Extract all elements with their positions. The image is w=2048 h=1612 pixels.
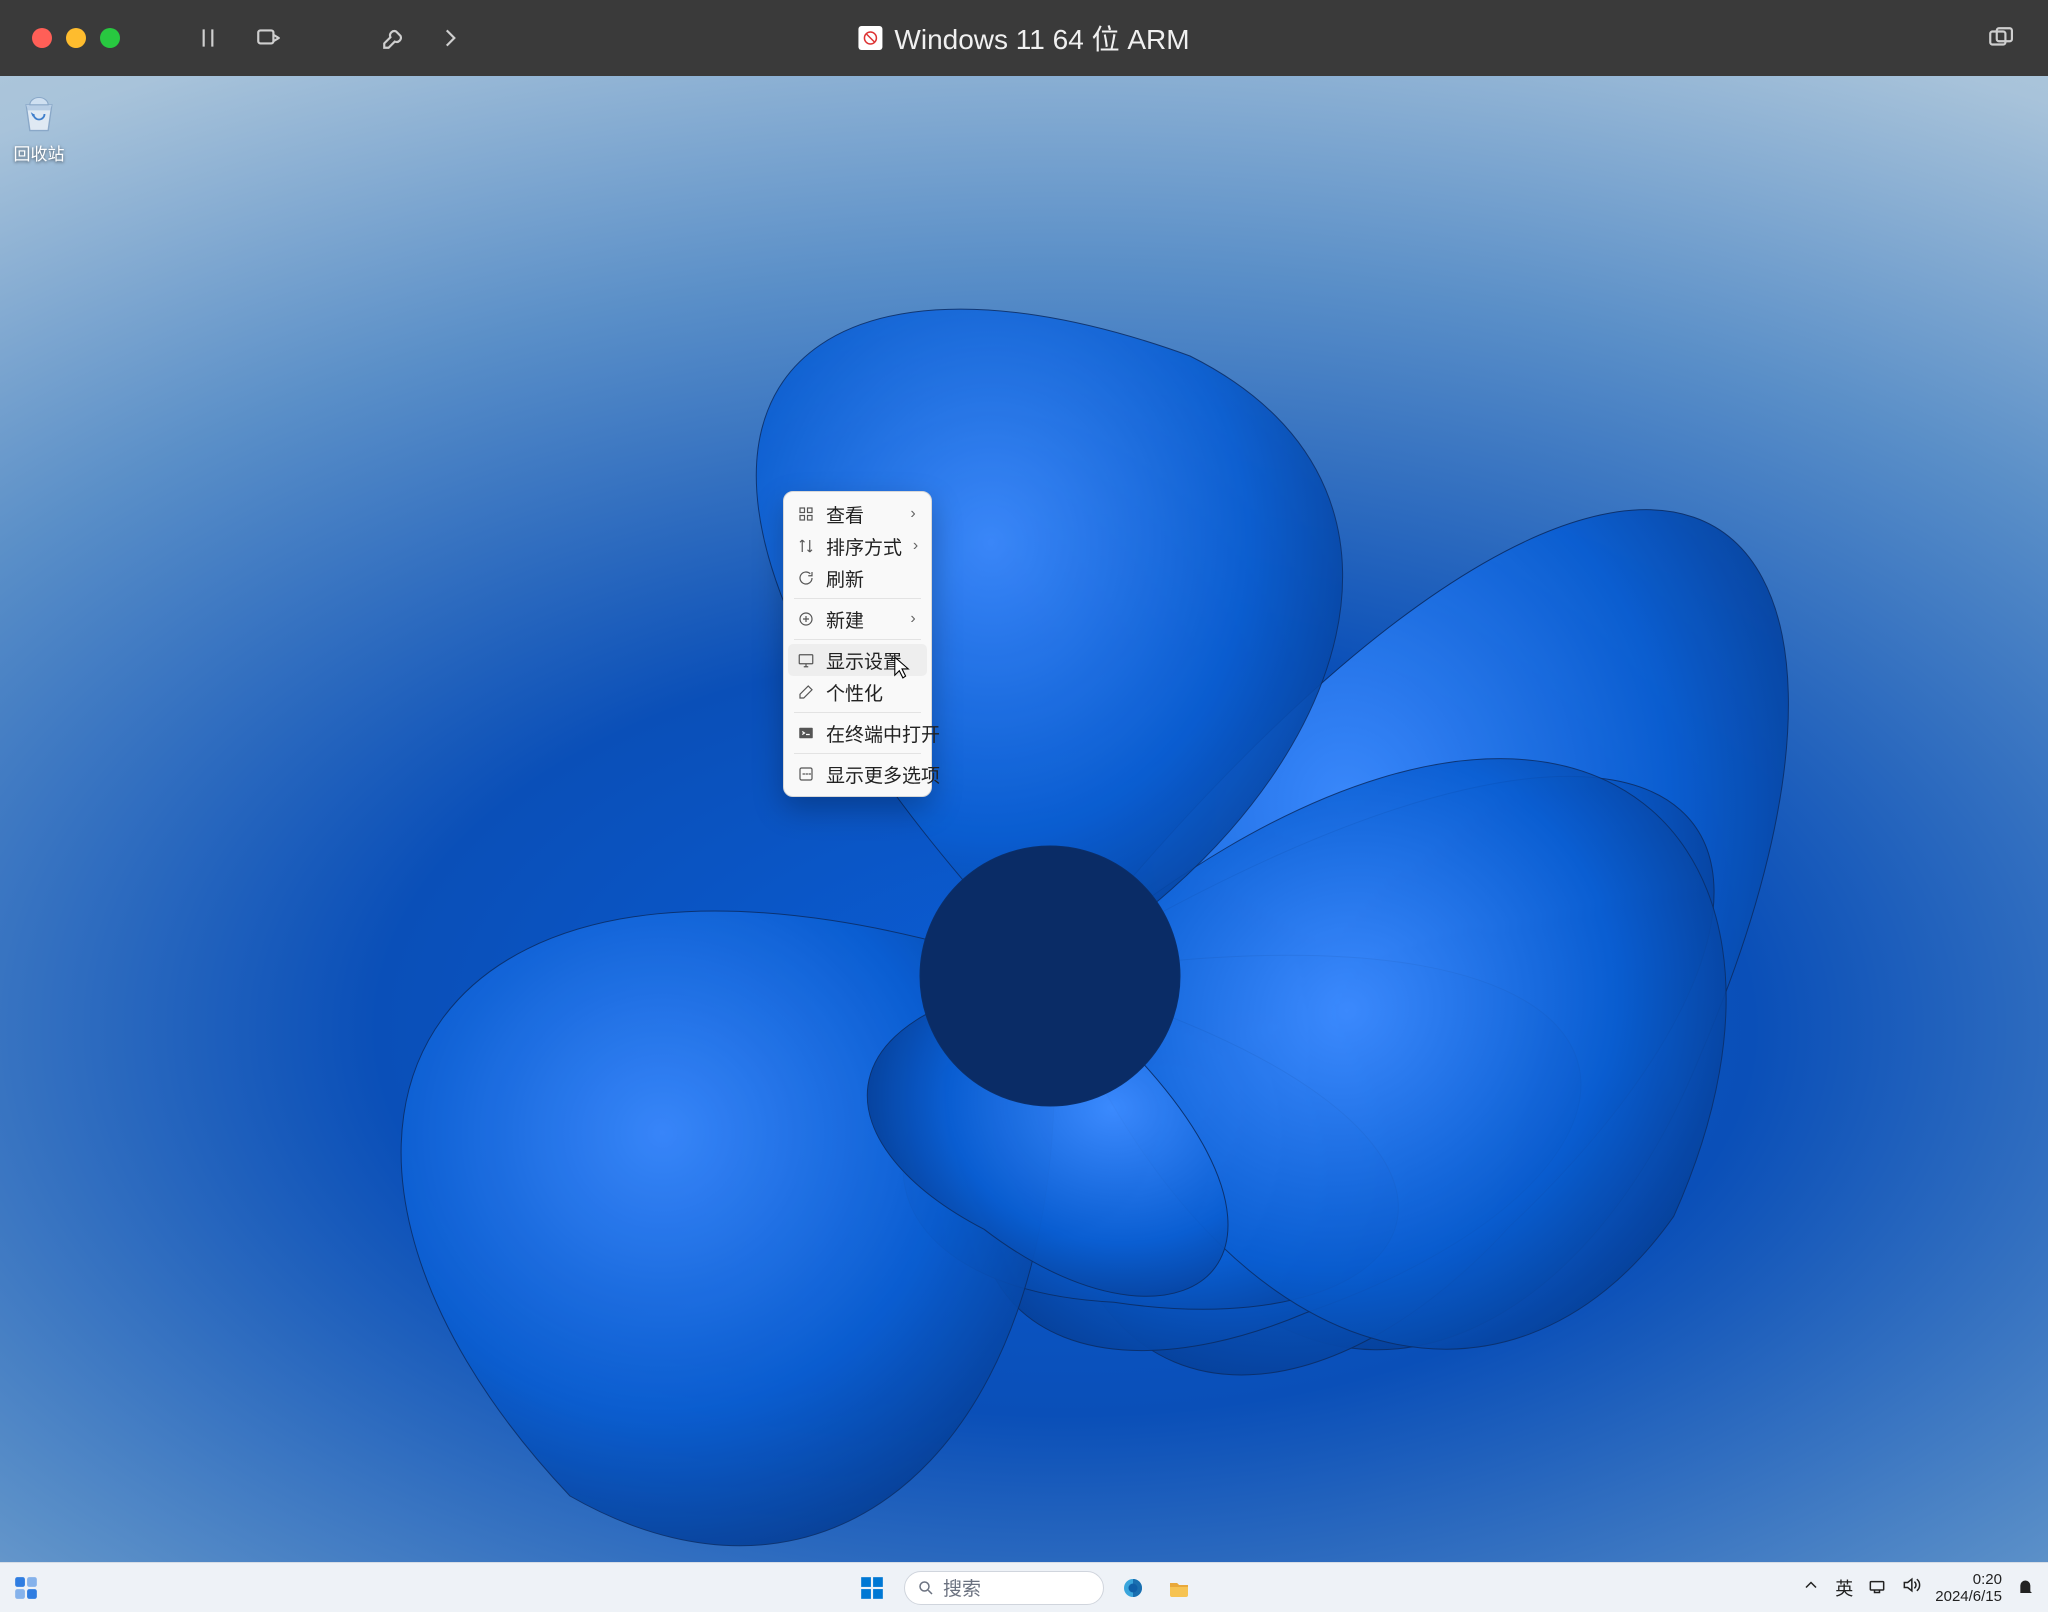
plus-icon bbox=[796, 609, 816, 629]
context-menu-separator bbox=[794, 712, 921, 713]
system-tray: 英 0:20 2024/6/15 bbox=[1801, 1571, 2048, 1605]
network-icon[interactable] bbox=[1867, 1575, 1887, 1600]
context-menu-item[interactable]: 刷新 bbox=[788, 562, 927, 594]
traffic-lights bbox=[32, 28, 120, 48]
context-menu-separator bbox=[794, 753, 921, 754]
context-menu-item[interactable]: 显示更多选项 bbox=[788, 758, 927, 790]
taskbar-search-placeholder: 搜索 bbox=[943, 1574, 981, 1601]
taskbar-pin-edge[interactable] bbox=[1116, 1571, 1150, 1605]
context-menu-item[interactable]: 查看 › bbox=[788, 498, 927, 530]
refresh-icon bbox=[796, 568, 816, 588]
context-menu-item-label: 新建 bbox=[826, 606, 897, 633]
tools-button[interactable] bbox=[376, 20, 412, 56]
desktop-context-menu: 查看›排序方式›刷新新建›显示设置个性化在终端中打开显示更多选项 bbox=[783, 491, 932, 797]
volume-icon[interactable] bbox=[1901, 1575, 1921, 1600]
fullscreen-window-button[interactable] bbox=[100, 28, 120, 48]
chevron-right-icon: › bbox=[907, 610, 919, 628]
vm-titlebar: Windows 11 64 位 ARM bbox=[0, 0, 2048, 76]
grid-icon bbox=[796, 504, 816, 524]
ime-indicator[interactable]: 英 bbox=[1835, 1575, 1853, 1601]
widgets-button[interactable] bbox=[6, 1575, 46, 1601]
sort-icon bbox=[796, 536, 816, 556]
chevron-right-icon: › bbox=[912, 537, 919, 555]
context-menu-item-label: 个性化 bbox=[826, 679, 919, 706]
context-menu-item-label: 在终端中打开 bbox=[826, 720, 940, 747]
guest-desktop[interactable]: 回收站 查看›排序方式›刷新新建›显示设置个性化在终端中打开显示更多选项 bbox=[0, 76, 2048, 1612]
cursor-icon bbox=[893, 655, 911, 681]
wallpaper-bloom bbox=[0, 76, 2048, 1612]
taskbar-clock[interactable]: 0:20 2024/6/15 bbox=[1935, 1571, 2002, 1605]
vm-title-text: Windows 11 64 位 ARM bbox=[894, 18, 1189, 58]
taskbar-pin-explorer[interactable] bbox=[1162, 1571, 1196, 1605]
view-mode-button[interactable] bbox=[1982, 20, 2018, 56]
taskbar-time: 0:20 bbox=[1935, 1571, 2002, 1588]
context-menu-item[interactable]: 在终端中打开 bbox=[788, 717, 927, 749]
context-menu-item[interactable]: 新建 › bbox=[788, 603, 927, 635]
tray-chevron-up-icon[interactable] bbox=[1801, 1575, 1821, 1600]
brush-icon bbox=[796, 682, 816, 702]
recycle-bin-icon bbox=[17, 92, 61, 136]
context-menu-item[interactable]: 排序方式 › bbox=[788, 530, 927, 562]
vm-os-icon bbox=[858, 26, 882, 50]
search-icon bbox=[917, 1579, 935, 1597]
taskbar-search[interactable]: 搜索 bbox=[904, 1571, 1104, 1605]
context-menu-item-label: 显示更多选项 bbox=[826, 761, 940, 788]
chevron-right-icon: › bbox=[907, 505, 919, 523]
terminal-icon bbox=[796, 723, 816, 743]
context-menu-separator bbox=[794, 639, 921, 640]
vm-title: Windows 11 64 位 ARM bbox=[858, 18, 1189, 58]
taskbar-center: 搜索 bbox=[852, 1568, 1196, 1608]
context-menu-separator bbox=[794, 598, 921, 599]
start-button[interactable] bbox=[852, 1568, 892, 1608]
taskbar: 搜索 英 0:20 2024/6/15 bbox=[0, 1562, 2048, 1612]
minimize-window-button[interactable] bbox=[66, 28, 86, 48]
pause-vm-button[interactable] bbox=[190, 20, 226, 56]
display-icon bbox=[796, 650, 816, 670]
close-window-button[interactable] bbox=[32, 28, 52, 48]
context-menu-item-label: 查看 bbox=[826, 501, 897, 528]
capture-button[interactable] bbox=[250, 20, 286, 56]
notifications-icon[interactable] bbox=[2016, 1577, 2038, 1599]
more-icon bbox=[796, 764, 816, 784]
taskbar-date: 2024/6/15 bbox=[1935, 1588, 2002, 1605]
context-menu-item-label: 刷新 bbox=[826, 565, 919, 592]
context-menu-item-label: 排序方式 bbox=[826, 533, 902, 560]
recycle-bin[interactable]: 回收站 bbox=[12, 92, 66, 165]
chevron-right-icon[interactable] bbox=[432, 20, 468, 56]
recycle-bin-label: 回收站 bbox=[12, 140, 66, 165]
